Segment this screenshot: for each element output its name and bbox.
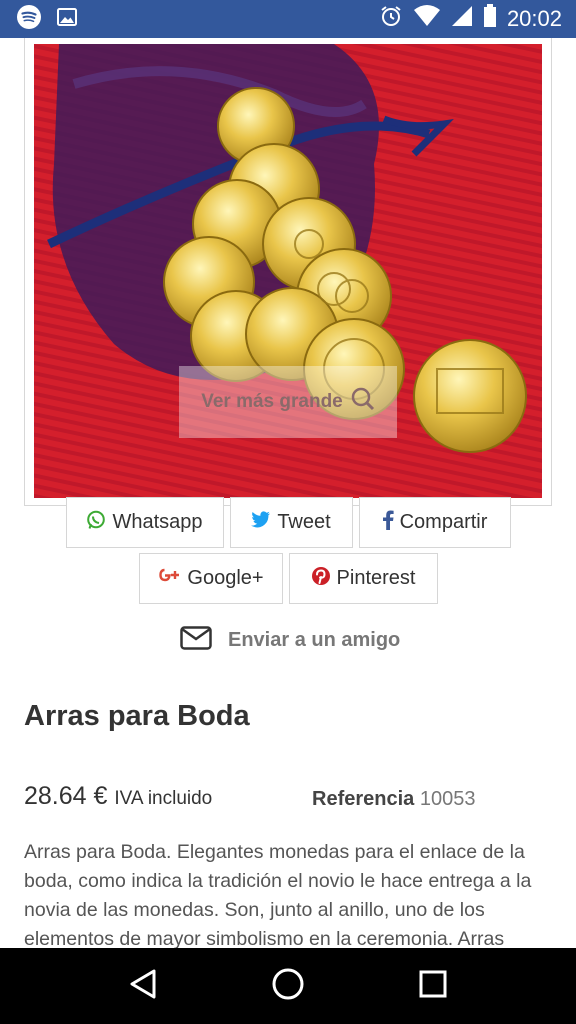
product-price: 28.64 € IVA incluido [24, 782, 212, 811]
reference-label: Referencia [312, 788, 415, 810]
twitter-icon [251, 511, 271, 534]
tweet-button[interactable]: Tweet [229, 497, 353, 548]
tax-note: IVA incluido [114, 788, 213, 809]
pinterest-label: Pinterest [336, 567, 416, 589]
navigation-bar [0, 948, 576, 1024]
home-icon [271, 967, 305, 1006]
pinterest-icon [311, 566, 331, 592]
battery-icon [483, 4, 497, 34]
alarm-icon [379, 4, 403, 34]
wifi-icon [413, 4, 441, 34]
facebook-share-button[interactable]: Compartir [358, 497, 511, 548]
enlarge-image-button[interactable]: Ver más grande [179, 366, 397, 438]
product-image[interactable]: Ver más grande [34, 44, 542, 498]
googleplus-share-button[interactable]: Google+ [138, 553, 283, 604]
home-button[interactable] [258, 956, 318, 1016]
reference-value: 10053 [419, 788, 476, 810]
compartir-label: Compartir [399, 511, 488, 533]
page-content: Ver más grande Whatsapp Tweet Compartir … [0, 38, 576, 948]
spotify-icon [16, 4, 42, 35]
googleplus-icon [157, 566, 181, 592]
facebook-icon [382, 510, 394, 536]
signal-icon [451, 5, 473, 33]
tweet-label: Tweet [277, 511, 331, 533]
product-description: Arras para Boda. Elegantes monedas para … [24, 841, 532, 948]
send-to-friend-label: Enviar a un amigo [228, 628, 401, 651]
image-icon [56, 6, 78, 33]
back-button[interactable] [113, 956, 173, 1016]
price-value: 28.64 € [24, 782, 108, 810]
whatsapp-label: Whatsapp [112, 511, 203, 533]
share-buttons-row-1: Whatsapp Tweet Compartir [0, 497, 576, 548]
back-icon [128, 968, 158, 1005]
send-to-friend-link[interactable]: Enviar a un amigo [180, 622, 400, 658]
product-title: Arras para Boda [24, 700, 250, 732]
clock: 20:02 [506, 6, 562, 31]
product-reference: Referencia 10053 [312, 788, 475, 811]
recents-icon [418, 969, 448, 1004]
pinterest-share-button[interactable]: Pinterest [288, 553, 438, 604]
share-buttons-row-2: Google+ Pinterest [0, 553, 576, 604]
enlarge-label: Ver más grande [201, 391, 343, 412]
zoom-icon [351, 387, 375, 417]
whatsapp-share-button[interactable]: Whatsapp [65, 497, 224, 548]
googleplus-label: Google+ [187, 567, 264, 589]
whatsapp-icon [86, 510, 106, 536]
envelope-icon [180, 625, 212, 655]
product-image-frame: Ver más grande [24, 38, 552, 506]
price-row: 28.64 € IVA incluido Referencia 10053 [24, 782, 552, 816]
recents-button[interactable] [403, 956, 463, 1016]
status-bar: 20:02 [0, 0, 576, 38]
